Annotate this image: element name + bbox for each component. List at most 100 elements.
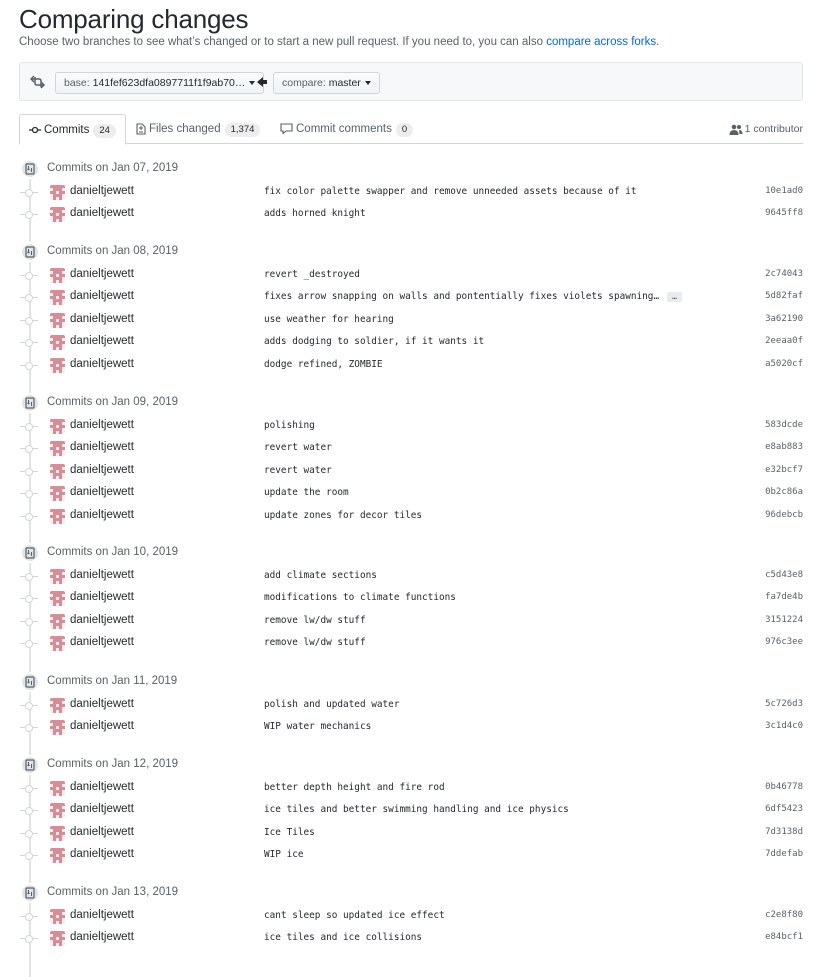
commit-author[interactable]: danieltjewett [70,826,134,838]
avatar[interactable] [50,569,65,584]
commit-message[interactable]: WIP water mechanics [264,721,371,732]
commit-author[interactable]: danieltjewett [70,464,134,476]
commit-row[interactable]: danieltjewett revert water e8ab883 [20,438,803,460]
commit-sha[interactable]: 2c74043 [765,269,803,279]
compare-branch-select[interactable]: compare: master [273,72,380,94]
commit-author[interactable]: danieltjewett [70,358,134,370]
avatar[interactable] [50,463,65,479]
commit-author[interactable]: danieltjewett [70,419,134,431]
commit-sha[interactable]: e8ab883 [765,442,803,452]
avatar[interactable] [50,419,65,434]
commit-author[interactable]: danieltjewett [70,441,134,453]
commit-row[interactable]: danieltjewett revert _destroyed 2c74043 [20,265,803,287]
commit-sha[interactable]: 2eeaa0f [765,336,803,346]
commit-sha[interactable]: 7d3138d [765,827,803,837]
avatar[interactable] [50,335,65,351]
commit-row[interactable]: danieltjewett WIP ice 7ddefab [20,845,803,867]
contributors-link[interactable]: 1 contributor [729,114,803,144]
commit-message[interactable]: Ice Tiles [264,827,315,838]
avatar[interactable] [50,698,65,713]
expand-message-button[interactable]: … [667,291,682,302]
base-branch-select[interactable]: base: 141fef623dfa0897711f1f9ab70… [55,72,265,94]
commit-author[interactable]: danieltjewett [70,268,134,280]
commit-row[interactable]: danieltjewett use weather for hearing 3a62… [20,310,803,332]
commit-author[interactable]: danieltjewett [70,720,134,732]
commit-sha[interactable]: 6df5423 [765,804,803,814]
commit-message[interactable]: remove lw/dw stuff [264,637,366,648]
commit-author[interactable]: danieltjewett [70,636,134,648]
commit-author[interactable]: danieltjewett [70,848,134,860]
commit-sha[interactable]: 3151224 [765,615,803,625]
tab-files-changed[interactable]: Files changed 1,374 [136,114,261,144]
commit-message[interactable]: use weather for hearing [264,314,394,325]
commit-message[interactable]: update the room [264,487,349,498]
commit-message[interactable]: revert _destroyed [264,269,360,280]
commit-sha[interactable]: 976c3ee [765,637,803,647]
avatar[interactable] [50,613,65,629]
commit-author[interactable]: danieltjewett [70,698,134,710]
commit-message[interactable]: revert water [264,465,332,476]
avatar[interactable] [50,268,65,283]
commit-row[interactable]: danieltjewett better depth height and fir… [20,778,803,800]
commit-sha[interactable]: 96debcb [765,510,803,520]
compare-across-forks-link[interactable]: compare across forks [546,36,656,48]
commit-sha[interactable]: 0b2c86a [765,487,803,497]
commit-author[interactable]: danieltjewett [70,781,134,793]
commit-row[interactable]: danieltjewett ice tiles and better swimmi… [20,800,803,822]
commit-author[interactable]: danieltjewett [70,509,134,521]
commit-row[interactable]: danieltjewett add climate sections c5d43e8 [20,566,803,588]
commit-message[interactable]: dodge refined, ZOMBIE [264,359,383,370]
commit-message[interactable]: adds dodging to soldier, if it wants it [264,336,484,347]
avatar[interactable] [50,290,65,306]
avatar[interactable] [50,486,65,502]
commit-author[interactable]: danieltjewett [70,486,134,498]
commit-row[interactable]: danieltjewett polish and updated water 5c7… [20,695,803,717]
commit-author[interactable]: danieltjewett [70,569,134,581]
commit-message[interactable]: adds horned knight [264,208,366,219]
commit-author[interactable]: danieltjewett [70,803,134,815]
commit-message[interactable]: modifications to climate functions [264,592,456,603]
commit-sha[interactable]: e32bcf7 [765,465,803,475]
avatar[interactable] [50,720,65,736]
commit-sha[interactable]: a5020cf [765,359,803,369]
commit-author[interactable]: danieltjewett [70,185,134,197]
commit-sha[interactable]: c2e8f80 [765,910,803,920]
avatar[interactable] [50,803,65,819]
commit-row[interactable]: danieltjewett update zones for decor tile… [20,506,803,528]
commit-message[interactable]: cant sleep so updated ice effect [264,910,445,921]
commit-author[interactable]: danieltjewett [70,931,134,943]
avatar[interactable] [50,508,65,524]
commit-message[interactable]: polishing [264,420,315,431]
commit-message[interactable]: polish and updated water [264,699,399,710]
commit-row[interactable]: danieltjewett fix color palette swapper a… [20,182,803,204]
commit-sha[interactable]: 9645ff8 [765,208,803,218]
avatar[interactable] [50,185,65,200]
commit-row[interactable]: danieltjewett revert water e32bcf7 [20,461,803,483]
commit-author[interactable]: danieltjewett [70,591,134,603]
avatar[interactable] [50,357,65,373]
commit-row[interactable]: danieltjewett modifications to climate fu… [20,588,803,610]
commit-message[interactable]: ice tiles and better swimming handling a… [264,804,569,815]
commit-row[interactable]: danieltjewett dodge refined, ZOMBIE a5020c… [20,355,803,377]
commit-message[interactable]: fixes arrow snapping on walls and ponten… [264,291,682,302]
commit-sha[interactable]: 5c726d3 [765,699,803,709]
commit-sha[interactable]: 5d82faf [765,291,803,301]
avatar[interactable] [50,636,65,652]
avatar[interactable] [50,825,65,841]
commit-row[interactable]: danieltjewett WIP water mechanics 3c1d4c0 [20,717,803,739]
avatar[interactable] [50,931,65,947]
commit-row[interactable]: danieltjewett Ice Tiles 7d3138d [20,823,803,845]
commit-message[interactable]: add climate sections [264,570,377,581]
commit-author[interactable]: danieltjewett [70,290,134,302]
commit-sha[interactable]: c5d43e8 [765,570,803,580]
commit-author[interactable]: danieltjewett [70,207,134,219]
commit-row[interactable]: danieltjewett adds dodging to soldier, if… [20,332,803,354]
commit-message[interactable]: better depth height and fire rod [264,782,445,793]
commit-row[interactable]: danieltjewett remove lw/dw stuff 976c3ee [20,633,803,655]
commit-message[interactable]: ice tiles and ice collisions [264,932,422,943]
commit-sha[interactable]: 3a62190 [765,314,803,324]
tab-commits[interactable]: Commits 24 [19,114,126,145]
avatar[interactable] [50,207,65,223]
tab-commit-comments[interactable]: Commit comments 0 [280,114,414,144]
avatar[interactable] [50,909,65,924]
